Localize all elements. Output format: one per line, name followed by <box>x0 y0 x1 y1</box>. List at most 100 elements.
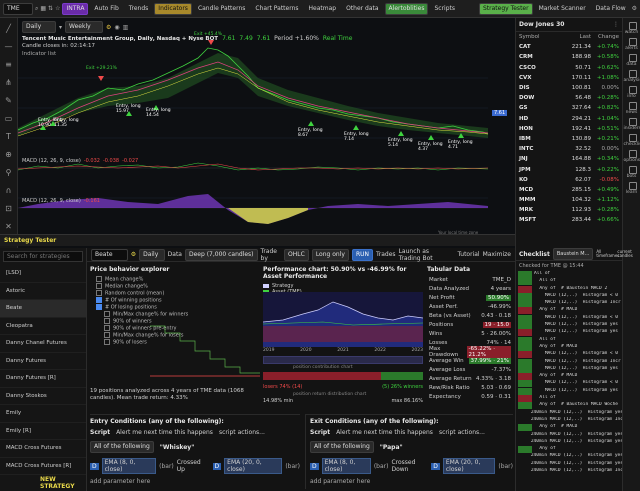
watchlist-row[interactable]: JPM 128.3 +0.22% <box>516 164 622 174</box>
menu-trends[interactable]: Trends <box>125 5 153 12</box>
symbol-input[interactable]: TME <box>3 2 33 15</box>
explorer-option[interactable]: Mean change% <box>90 276 260 283</box>
run-button[interactable]: RUN <box>351 248 373 261</box>
compare-icon[interactable]: ⇅ <box>48 5 53 12</box>
rect-icon[interactable]: ▭ <box>5 114 13 123</box>
zoom-icon[interactable]: ⚲ <box>6 168 12 177</box>
menu-indicators[interactable]: Indicators <box>154 2 192 15</box>
strategy-item[interactable]: Danny Futures [R] <box>0 370 86 388</box>
checkbox[interactable] <box>96 304 102 310</box>
condition-token[interactable]: Crossed Down <box>391 459 428 473</box>
exit-add-param[interactable]: add parameter here <box>310 478 513 485</box>
menu-auto-fib[interactable]: Auto Fib <box>90 5 122 12</box>
watchlist-row[interactable]: DIS 100.81 0.00% <box>516 83 622 93</box>
rightbar-checklist[interactable]: checklist <box>624 134 640 147</box>
star-icon[interactable]: ☆ <box>55 5 60 12</box>
condition-token[interactable]: EMA (20, 0, close) <box>442 458 496 474</box>
strategy-item[interactable]: Danny Stoskos <box>0 388 86 405</box>
menu-scripts[interactable]: Scripts <box>430 5 459 12</box>
watchlist-row[interactable]: CAT 221.34 +0.74% <box>516 42 622 52</box>
watchlist-row[interactable]: HD 294.21 +1.04% <box>516 114 622 124</box>
condition-token[interactable]: EMA (8, 0, close) <box>101 458 157 474</box>
search-icon[interactable]: ⌕ <box>35 5 38 13</box>
explorer-option[interactable]: Random control (mean) <box>90 290 260 297</box>
exit-script-actions[interactable]: script actions... <box>439 429 485 436</box>
data-range-select[interactable]: Deep (7,000 candles) <box>184 248 258 261</box>
watchlist-row[interactable]: DOW 56.48 +0.28% <box>516 93 622 103</box>
rightbar-insiders[interactable]: insiders <box>624 118 640 131</box>
entry-all-following-select[interactable]: All of the following <box>90 441 154 453</box>
condition-token[interactable]: D <box>431 462 440 470</box>
strategy-search-input[interactable]: Search for strategies <box>3 251 83 262</box>
checkbox[interactable] <box>104 311 110 317</box>
chart-area[interactable]: Daily ▾ Weekly ⚙ ◉ ▥ Tencent Music Enter… <box>18 18 515 248</box>
explorer-option[interactable]: Median change% <box>90 283 260 290</box>
rightbar-data[interactable]: data <box>624 54 640 67</box>
text-icon[interactable]: T <box>6 132 11 141</box>
strategy-item[interactable]: Emily [R] <box>0 423 86 440</box>
exit-alert-toggle[interactable]: Alert me next time this happens <box>336 429 433 436</box>
condition-token[interactable]: Crossed Up <box>177 459 210 473</box>
rightbar-info[interactable]: info <box>624 86 640 99</box>
data-flow-button[interactable]: Data Flow <box>592 5 630 12</box>
ohlc-select[interactable]: OHLC <box>284 248 309 261</box>
entry-script-actions[interactable]: script actions... <box>219 429 265 436</box>
watchlist-row[interactable]: MSFT 283.44 +0.66% <box>516 215 622 225</box>
checkbox[interactable] <box>96 283 102 289</box>
watchlist-menu-icon[interactable]: ⋮ <box>613 21 619 28</box>
checkbox[interactable] <box>104 339 110 345</box>
launch-bot-button[interactable]: Launch as Trading Bot <box>399 248 452 262</box>
exit-all-following-select[interactable]: All of the following <box>310 441 374 453</box>
watchlist-row[interactable]: MCD 285.15 +0.49% <box>516 185 622 195</box>
rightbar-watch[interactable]: watch <box>624 22 640 35</box>
rightbar-bots[interactable]: bots <box>624 166 640 179</box>
rightbar-alerts[interactable]: alerts <box>624 38 640 51</box>
watchlist-row[interactable]: MRK 112.93 +0.28% <box>516 205 622 215</box>
condition-token[interactable]: (bar) <box>374 463 389 470</box>
strategy-item[interactable]: Cleopatra <box>0 318 86 335</box>
strategy-item[interactable]: MACD Cross Futures <box>0 440 86 458</box>
strategy-tester-button[interactable]: Strategy Tester <box>478 2 533 15</box>
trades-toggle[interactable]: Trades <box>376 251 396 258</box>
condition-token[interactable]: D <box>90 462 99 470</box>
measure-icon[interactable]: ⊕ <box>5 150 12 159</box>
menu-other-data[interactable]: Other data <box>342 5 382 12</box>
condition-token[interactable]: D <box>212 462 222 470</box>
tutorial-link[interactable]: Tutorial <box>458 251 480 258</box>
condition-token[interactable]: (bar) <box>159 463 174 470</box>
checklist-all-timeframes[interactable]: All timeframes <box>596 249 619 259</box>
settings-icon[interactable]: ⚙ <box>632 5 637 12</box>
entry-alert-toggle[interactable]: Alert me next time this happens <box>116 429 213 436</box>
condition-token[interactable]: (bar) <box>498 463 513 470</box>
watchlist-row[interactable]: MMM 104.32 +1.12% <box>516 195 622 205</box>
fib-icon[interactable]: ≡ <box>5 60 12 69</box>
market-scanner-button[interactable]: Market Scanner <box>535 5 590 12</box>
tester-interval-select[interactable]: Daily <box>139 248 165 261</box>
checkbox[interactable] <box>104 318 110 324</box>
watchlist-row[interactable]: HON 192.41 +0.51% <box>516 124 622 134</box>
strategy-item[interactable]: Danny Chanel Futures <box>0 335 86 353</box>
rightbar-learn[interactable]: learn <box>624 182 640 195</box>
strategy-item[interactable]: MACD Cross Futures [R] <box>0 458 86 475</box>
entry-add-param[interactable]: add parameter here <box>90 478 300 485</box>
brush-icon[interactable]: ✎ <box>5 96 12 105</box>
magnet-icon[interactable]: ∩ <box>6 186 12 195</box>
checkbox[interactable] <box>96 276 102 282</box>
watchlist-row[interactable]: INTC 32.52 0.00% <box>516 144 622 154</box>
explorer-option[interactable]: # Of losing positions <box>90 304 260 311</box>
lock-icon[interactable]: ⊡ <box>5 204 12 213</box>
condition-token[interactable]: (bar) <box>285 463 300 470</box>
menu-candle-patterns[interactable]: Candle Patterns <box>194 5 249 12</box>
condition-token[interactable]: D <box>310 462 319 470</box>
direction-select[interactable]: Long only <box>311 248 349 261</box>
watchlist-row[interactable]: JNJ 164.88 +0.34% <box>516 154 622 164</box>
strategy-settings-icon[interactable]: ⚙ <box>131 251 136 258</box>
strategy-item[interactable]: Astoric <box>0 283 86 300</box>
hline-icon[interactable]: — <box>5 42 13 51</box>
checkbox[interactable] <box>96 290 102 296</box>
explorer-option[interactable]: Min/Max change% for winners <box>90 311 260 318</box>
intra-button[interactable]: INTRA <box>62 2 89 15</box>
strategy-name-input[interactable]: Beate <box>91 248 128 261</box>
watchlist-row[interactable]: CSCO 50.71 +0.62% <box>516 63 622 73</box>
strategy-item[interactable]: Beate <box>0 300 86 318</box>
